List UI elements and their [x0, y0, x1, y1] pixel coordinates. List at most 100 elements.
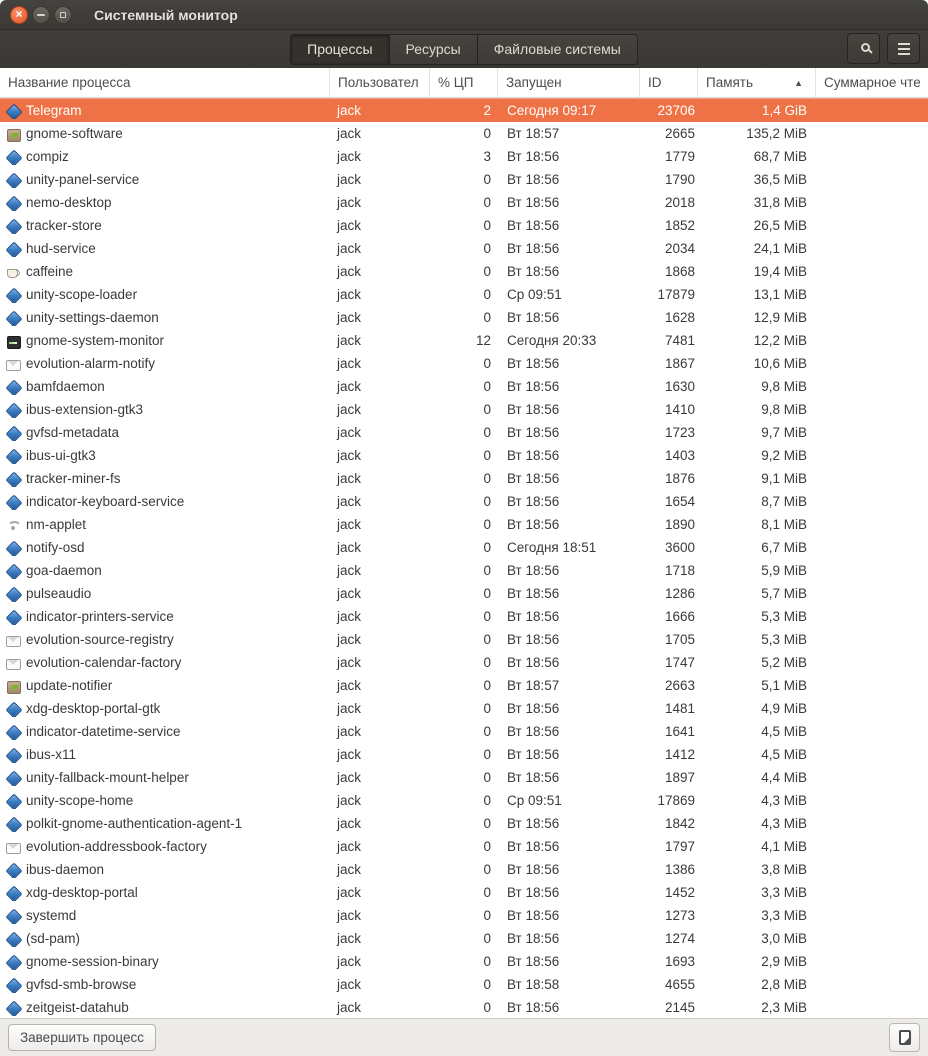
process-started: Ср 09:51	[507, 287, 562, 302]
process-row[interactable]: indicator-keyboard-service jack 0 Вт 18:…	[0, 490, 928, 513]
table-header: Название процесса Пользовател % ЦП Запущ…	[0, 68, 928, 98]
process-row[interactable]: unity-settings-daemon jack 0 Вт 18:56 16…	[0, 306, 928, 329]
process-user: jack	[337, 471, 362, 486]
process-name: hud-service	[26, 241, 96, 256]
process-cpu: 0	[483, 770, 491, 785]
software-process-icon	[5, 126, 21, 142]
column-header-user[interactable]: Пользовател	[330, 68, 430, 97]
sort-ascending-icon: ▲	[794, 77, 803, 88]
process-row[interactable]: compiz jack 3 Вт 18:56 1779 68,7 MiB	[0, 145, 928, 168]
app-process-icon	[5, 1000, 21, 1016]
column-header-started[interactable]: Запущен	[498, 68, 640, 97]
process-row[interactable]: gnome-session-binary jack 0 Вт 18:56 169…	[0, 950, 928, 973]
column-header-cpu[interactable]: % ЦП	[430, 68, 498, 97]
process-id: 1876	[664, 471, 695, 486]
column-header-memory[interactable]: Память ▲	[698, 68, 816, 97]
process-row[interactable]: ibus-daemon jack 0 Вт 18:56 1386 3,8 MiB	[0, 858, 928, 881]
process-cpu: 0	[483, 471, 491, 486]
process-row[interactable]: ibus-x11 jack 0 Вт 18:56 1412 4,5 MiB	[0, 743, 928, 766]
process-name: evolution-calendar-factory	[26, 655, 182, 670]
process-properties-button[interactable]	[889, 1023, 920, 1052]
process-started: Вт 18:56	[507, 747, 560, 762]
process-row[interactable]: tracker-miner-fs jack 0 Вт 18:56 1876 9,…	[0, 467, 928, 490]
process-row[interactable]: evolution-source-registry jack 0 Вт 18:5…	[0, 628, 928, 651]
process-name: indicator-datetime-service	[26, 724, 181, 739]
process-row[interactable]: xdg-desktop-portal jack 0 Вт 18:56 1452 …	[0, 881, 928, 904]
process-row[interactable]: notify-osd jack 0 Сегодня 18:51 3600 6,7…	[0, 536, 928, 559]
process-row[interactable]: unity-scope-home jack 0 Ср 09:51 17869 4…	[0, 789, 928, 812]
process-started: Вт 18:56	[507, 701, 560, 716]
process-row[interactable]: gnome-system-monitor jack 12 Сегодня 20:…	[0, 329, 928, 352]
process-row[interactable]: ibus-extension-gtk3 jack 0 Вт 18:56 1410…	[0, 398, 928, 421]
process-cpu: 0	[483, 724, 491, 739]
column-header-disk-read[interactable]: Суммарное чте	[816, 68, 928, 97]
process-row[interactable]: unity-scope-loader jack 0 Ср 09:51 17879…	[0, 283, 928, 306]
process-id: 1790	[664, 172, 695, 187]
app-process-icon	[5, 609, 21, 625]
process-row[interactable]: gnome-software jack 0 Вт 18:57 2665 135,…	[0, 122, 928, 145]
process-cpu: 0	[483, 425, 491, 440]
tab-resources[interactable]: Ресурсы	[389, 34, 478, 64]
process-user: jack	[337, 448, 362, 463]
process-row[interactable]: indicator-datetime-service jack 0 Вт 18:…	[0, 720, 928, 743]
app-process-icon	[5, 494, 21, 510]
close-button[interactable]: ×	[10, 5, 28, 24]
column-header-name[interactable]: Название процесса	[0, 68, 330, 97]
process-row[interactable]: nemo-desktop jack 0 Вт 18:56 2018 31,8 M…	[0, 191, 928, 214]
process-name: compiz	[26, 149, 69, 164]
process-row[interactable]: nm-applet jack 0 Вт 18:56 1890 8,1 MiB	[0, 513, 928, 536]
process-row[interactable]: gvfsd-smb-browse jack 0 Вт 18:58 4655 2,…	[0, 973, 928, 996]
process-user: jack	[337, 724, 362, 739]
process-row[interactable]: gvfsd-metadata jack 0 Вт 18:56 1723 9,7 …	[0, 421, 928, 444]
process-row[interactable]: update-notifier jack 0 Вт 18:57 2663 5,1…	[0, 674, 928, 697]
search-button[interactable]	[847, 33, 880, 64]
menu-button[interactable]	[887, 33, 920, 64]
process-row[interactable]: tracker-store jack 0 Вт 18:56 1852 26,5 …	[0, 214, 928, 237]
tab-processes[interactable]: Процессы	[291, 34, 390, 64]
process-memory: 9,1 MiB	[761, 471, 807, 486]
process-row[interactable]: hud-service jack 0 Вт 18:56 2034 24,1 Mi…	[0, 237, 928, 260]
process-cpu: 0	[483, 701, 491, 716]
process-row[interactable]: goa-daemon jack 0 Вт 18:56 1718 5,9 MiB	[0, 559, 928, 582]
process-row[interactable]: zeitgeist-datahub jack 0 Вт 18:56 2145 2…	[0, 996, 928, 1018]
process-user: jack	[337, 816, 362, 831]
tab-filesystems[interactable]: Файловые системы	[477, 34, 637, 64]
process-name: zeitgeist-datahub	[26, 1000, 129, 1015]
process-row[interactable]: xdg-desktop-portal-gtk jack 0 Вт 18:56 1…	[0, 697, 928, 720]
process-id: 2145	[664, 1000, 695, 1015]
app-process-icon	[5, 241, 21, 257]
process-table: Telegram jack 2 Сегодня 09:17 23706 1,4 …	[0, 98, 928, 1018]
process-cpu: 0	[483, 954, 491, 969]
process-row[interactable]: systemd jack 0 Вт 18:56 1273 3,3 MiB	[0, 904, 928, 927]
process-user: jack	[337, 494, 362, 509]
process-user: jack	[337, 862, 362, 877]
process-row[interactable]: unity-panel-service jack 0 Вт 18:56 1790…	[0, 168, 928, 191]
window-title: Системный монитор	[94, 6, 238, 23]
minimize-button[interactable]	[32, 5, 50, 24]
process-row[interactable]: indicator-printers-service jack 0 Вт 18:…	[0, 605, 928, 628]
process-row[interactable]: bamfdaemon jack 0 Вт 18:56 1630 9,8 MiB	[0, 375, 928, 398]
process-row[interactable]: Telegram jack 2 Сегодня 09:17 23706 1,4 …	[0, 98, 928, 122]
process-user: jack	[337, 310, 362, 325]
column-header-id[interactable]: ID	[640, 68, 698, 97]
process-row[interactable]: (sd-pam) jack 0 Вт 18:56 1274 3,0 MiB	[0, 927, 928, 950]
mail-process-icon	[5, 655, 21, 671]
process-id: 4655	[664, 977, 695, 992]
end-process-button[interactable]: Завершить процесс	[8, 1024, 156, 1051]
process-row[interactable]: ibus-ui-gtk3 jack 0 Вт 18:56 1403 9,2 Mi…	[0, 444, 928, 467]
process-row[interactable]: pulseaudio jack 0 Вт 18:56 1286 5,7 MiB	[0, 582, 928, 605]
process-row[interactable]: unity-fallback-mount-helper jack 0 Вт 18…	[0, 766, 928, 789]
process-user: jack	[337, 540, 362, 555]
process-memory: 5,1 MiB	[761, 678, 807, 693]
process-user: jack	[337, 218, 362, 233]
process-name: systemd	[26, 908, 77, 923]
process-name: evolution-addressbook-factory	[26, 839, 207, 854]
process-row[interactable]: evolution-alarm-notify jack 0 Вт 18:56 1…	[0, 352, 928, 375]
process-id: 1641	[664, 724, 695, 739]
process-row[interactable]: caffeine jack 0 Вт 18:56 1868 19,4 MiB	[0, 260, 928, 283]
process-cpu: 0	[483, 793, 491, 808]
process-row[interactable]: polkit-gnome-authentication-agent-1 jack…	[0, 812, 928, 835]
process-row[interactable]: evolution-calendar-factory jack 0 Вт 18:…	[0, 651, 928, 674]
maximize-button[interactable]	[54, 5, 72, 24]
process-row[interactable]: evolution-addressbook-factory jack 0 Вт …	[0, 835, 928, 858]
